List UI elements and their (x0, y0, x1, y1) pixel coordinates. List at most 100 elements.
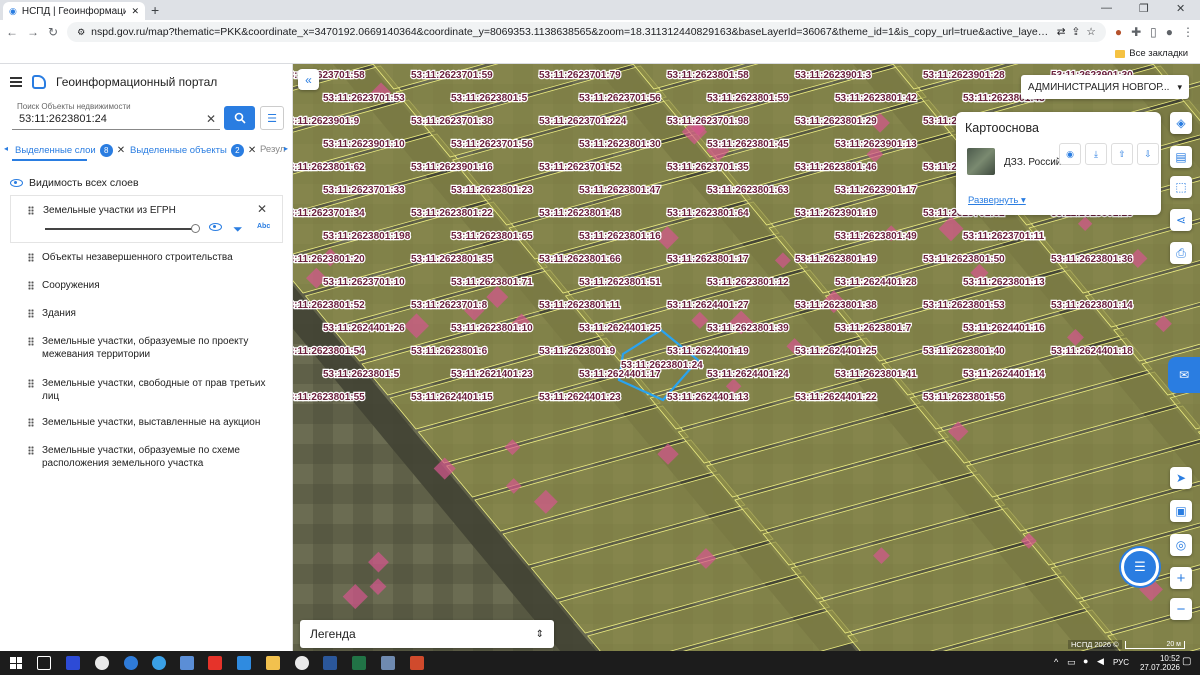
tabs-prev-icon[interactable]: ◂ (4, 144, 8, 153)
task-view-icon[interactable] (37, 656, 51, 670)
minimap-button[interactable]: ▣ (1170, 500, 1192, 522)
zoom-out-button[interactable]: − (1170, 598, 1192, 620)
app-icon[interactable] (95, 656, 109, 670)
expand-link[interactable]: Развернуть ▾ (968, 195, 1026, 206)
clock[interactable]: 10:52 27.07.2026 (1140, 654, 1180, 672)
drag-handle-icon[interactable] (28, 281, 34, 290)
mic-icon[interactable]: ● (1083, 656, 1088, 666)
explorer-icon[interactable] (266, 656, 280, 670)
back-icon[interactable]: ← (6, 25, 18, 39)
drag-handle-icon[interactable] (28, 418, 34, 427)
layer-down-icon[interactable]: ⇩ (1137, 143, 1159, 165)
side-panel-tab[interactable]: ✉ (1168, 357, 1200, 393)
maximize-icon[interactable]: ❐ (1139, 2, 1149, 15)
share-button[interactable]: ⋖ (1170, 209, 1192, 231)
admin-select[interactable]: АДМИНИСТРАЦИЯ НОВГОР... ▾ (1021, 75, 1189, 99)
radio-icon[interactable]: ◉ (1059, 143, 1081, 165)
windows-start-icon[interactable] (10, 657, 22, 669)
collapse-sidebar-button[interactable]: « (298, 69, 319, 90)
drag-handle-icon[interactable] (28, 379, 34, 388)
drag-handle-icon[interactable] (28, 446, 34, 455)
volume-icon[interactable]: ◀ (1097, 656, 1104, 667)
notifications-icon[interactable]: ▢ (1182, 656, 1191, 667)
visibility-all-toggle[interactable]: Видимость всех слоев (10, 177, 139, 189)
store-icon[interactable] (180, 656, 194, 670)
edge-icon[interactable] (124, 656, 138, 670)
tab-selected-layers[interactable]: Выделенные слои 8 ✕ (15, 144, 125, 157)
legend-panel[interactable]: Легенда ⇕ (300, 620, 554, 648)
all-bookmarks[interactable]: Все закладки (1115, 48, 1188, 59)
legend-title: Легенда (310, 627, 356, 641)
language-indicator[interactable]: РУС (1113, 658, 1129, 667)
tabs-next-icon[interactable]: ▸ (284, 144, 288, 153)
search-input[interactable]: 53:11:2623801:24 (19, 113, 107, 125)
address-bar[interactable]: ⚙ nspd.gov.ru/map?thematic=PKK&coordinat… (67, 22, 1106, 42)
opacity-slider-knob[interactable] (191, 224, 200, 233)
filter-icon[interactable]: ⏷ (233, 222, 243, 237)
layer-item[interactable]: Сооружения (42, 279, 282, 292)
zoom-in-button[interactable]: + (1170, 567, 1192, 589)
reload-icon[interactable]: ↻ (48, 25, 58, 39)
forward-icon[interactable]: → (27, 25, 39, 39)
close-icon[interactable]: ✕ (131, 6, 139, 17)
select-area-button[interactable]: ⬚ (1170, 176, 1192, 198)
basemap-thumbnail[interactable] (967, 148, 995, 175)
app-icon[interactable] (410, 656, 424, 670)
layer-item[interactable]: Объекты незавершенного строительства (42, 251, 282, 264)
layer-item[interactable]: Земельные участки, образуемые по схеме р… (42, 444, 282, 470)
edge-icon[interactable] (152, 656, 166, 670)
extensions-puzzle-icon[interactable]: ✚ (1131, 25, 1141, 39)
app-icon[interactable] (381, 656, 395, 670)
chat-button[interactable]: ☰ (1121, 548, 1159, 586)
yandex-browser-icon[interactable] (208, 656, 222, 670)
layer-item[interactable]: Здания (42, 307, 282, 320)
mail-icon[interactable] (237, 656, 251, 670)
profile-icon[interactable]: ● (1166, 25, 1173, 39)
tray-chevron-icon[interactable]: ^ (1054, 657, 1058, 667)
download-icon[interactable]: ⤓ (1085, 143, 1107, 165)
drag-handle-icon[interactable] (28, 253, 34, 262)
labels-icon[interactable]: Abc (257, 223, 270, 230)
extension-icon[interactable]: ● (1115, 25, 1122, 39)
basemap-button[interactable]: ▤ (1170, 146, 1192, 168)
share-icon[interactable]: ⇪ (1072, 26, 1081, 38)
sidepanel-icon[interactable]: ▯ (1150, 25, 1157, 39)
translate-icon[interactable]: ⇄ (1057, 26, 1066, 38)
close-icon[interactable]: ✕ (117, 145, 125, 156)
tab-selected-objects[interactable]: Выделенные объекты 2 ✕ (130, 144, 256, 157)
excel-icon[interactable] (352, 656, 366, 670)
layer-up-icon[interactable]: ⇧ (1111, 143, 1133, 165)
minimize-icon[interactable]: — (1101, 2, 1112, 14)
tab-results[interactable]: Резул (260, 144, 285, 155)
drag-handle-icon[interactable] (28, 337, 34, 346)
chrome-icon[interactable] (295, 656, 309, 670)
search-field[interactable]: Поиск Объекты недвижимости 53:11:2623801… (12, 102, 220, 130)
map-view[interactable]: 53:11:2623701:5853:11:2623701:5953:11:26… (293, 64, 1200, 651)
print-button[interactable]: ⎙ (1170, 242, 1192, 264)
search-button[interactable] (224, 106, 255, 130)
drag-handle-icon[interactable] (28, 206, 34, 215)
layer-item[interactable]: Земельные участки, образуемые по проекту… (42, 335, 282, 361)
clear-icon[interactable]: ✕ (206, 112, 216, 126)
word-icon[interactable] (323, 656, 337, 670)
close-icon[interactable]: ✕ (257, 202, 267, 216)
network-icon[interactable]: ▭ (1067, 657, 1076, 668)
yandex-icon[interactable] (66, 656, 80, 670)
close-icon[interactable]: ✕ (248, 145, 256, 156)
search-settings-button[interactable]: ☰ (260, 106, 284, 130)
layers-button[interactable]: ◈ (1170, 112, 1192, 134)
browser-tab[interactable]: ◉ НСПД | Геоинформационный ✕ (3, 2, 145, 20)
layer-item[interactable]: Земельные участки, выставленные на аукци… (42, 416, 282, 429)
opacity-slider[interactable] (45, 228, 197, 230)
new-tab-button[interactable]: + (151, 2, 159, 18)
layer-item[interactable]: Земельные участки, свободные от прав тре… (42, 377, 282, 403)
geolocation-button[interactable]: ➤ (1170, 467, 1192, 489)
drag-handle-icon[interactable] (28, 309, 34, 318)
close-window-icon[interactable]: ✕ (1176, 2, 1185, 15)
eye-icon[interactable] (209, 223, 222, 234)
menu-dots-icon[interactable]: ⋮ (1182, 25, 1194, 39)
site-info-icon[interactable]: ⚙ (77, 27, 85, 38)
bookmark-star-icon[interactable]: ☆ (1086, 26, 1095, 38)
menu-icon[interactable] (10, 77, 22, 87)
location-button[interactable]: ◎ (1170, 534, 1192, 556)
